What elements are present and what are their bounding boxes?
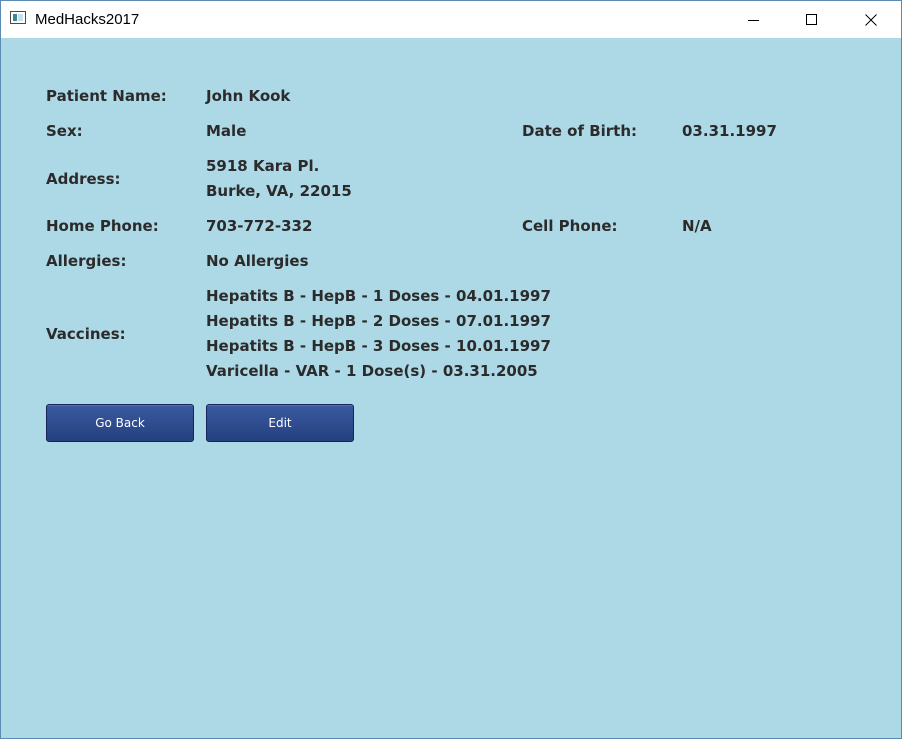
allergies-value: No Allergies — [206, 252, 309, 270]
vaccines-list: Hepatits B - HepB - 1 Doses - 04.01.1997… — [206, 287, 551, 380]
dob-value: 03.31.1997 — [682, 122, 777, 140]
vaccine-item: Varicella - VAR - 1 Dose(s) - 03.31.2005 — [206, 362, 538, 380]
app-icon — [10, 11, 26, 24]
allergies-label: Allergies: — [46, 252, 127, 270]
patient-details-panel: Patient Name: John Kook Sex: Male Date o… — [1, 39, 901, 738]
title-bar[interactable]: MedHacks2017 — [1, 1, 901, 38]
minimize-icon — [748, 19, 759, 21]
patient-name-value: John Kook — [206, 87, 291, 105]
go-back-button[interactable]: Go Back — [46, 404, 194, 442]
address-value: 5918 Kara Pl. Burke, VA, 22015 — [206, 157, 352, 200]
sex-label: Sex: — [46, 122, 83, 140]
sex-value: Male — [206, 122, 247, 140]
close-button[interactable] — [848, 1, 894, 38]
vaccines-label: Vaccines: — [46, 325, 126, 343]
window-title: MedHacks2017 — [35, 11, 140, 28]
cell-phone-value: N/A — [682, 217, 712, 235]
edit-button[interactable]: Edit — [206, 404, 354, 442]
vaccine-item: Hepatits B - HepB - 2 Doses - 07.01.1997 — [206, 312, 551, 330]
vaccine-item: Hepatits B - HepB - 1 Doses - 04.01.1997 — [206, 287, 551, 305]
home-phone-label: Home Phone: — [46, 217, 159, 235]
cell-phone-label: Cell Phone: — [522, 217, 618, 235]
minimize-button[interactable] — [731, 1, 777, 38]
address-line-2: Burke, VA, 22015 — [206, 182, 352, 200]
patient-name-label: Patient Name: — [46, 87, 167, 105]
address-label: Address: — [46, 170, 121, 188]
app-window: MedHacks2017 Patient Name: John Kook Sex… — [0, 0, 902, 739]
dob-label: Date of Birth: — [522, 122, 638, 140]
address-line-1: 5918 Kara Pl. — [206, 157, 320, 175]
vaccine-item: Hepatits B - HepB - 3 Doses - 10.01.1997 — [206, 337, 551, 355]
close-icon — [865, 13, 877, 26]
maximize-icon — [806, 13, 817, 25]
home-phone-value: 703-772-332 — [206, 217, 313, 235]
maximize-button[interactable] — [789, 1, 835, 38]
